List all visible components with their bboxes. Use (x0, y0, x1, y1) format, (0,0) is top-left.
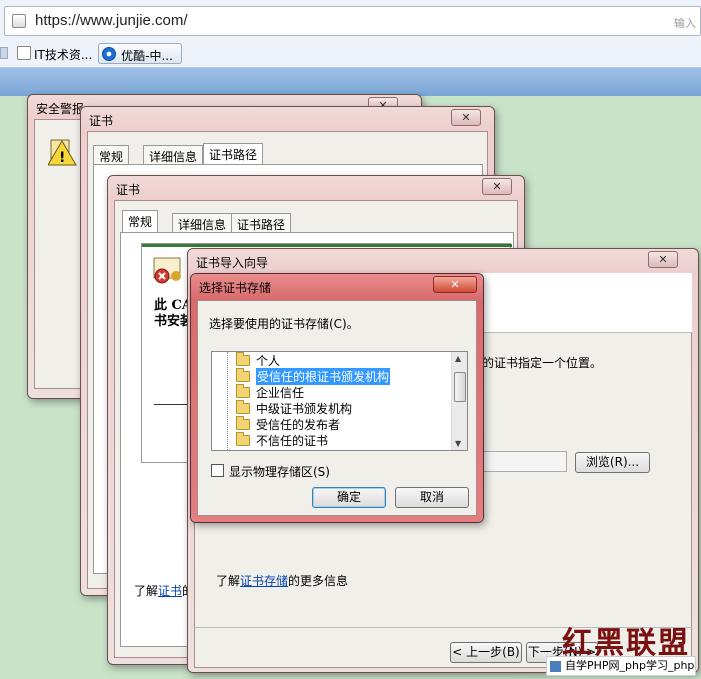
folder-icon (236, 400, 250, 414)
tree-item[interactable]: 个人 (236, 352, 280, 368)
dialog-title: 选择证书存储 (199, 281, 272, 295)
tree-item[interactable]: 中级证书颁发机构 (236, 400, 352, 416)
store-prompt: 选择要使用的证书存储(C)。 (209, 317, 359, 331)
browser-notification-bar (0, 68, 701, 96)
address-url[interactable]: https://www.junjie.com/ (35, 12, 188, 29)
certificate-error-icon (152, 256, 184, 286)
close-button[interactable]: ✕ (433, 276, 477, 293)
tree-item-selected[interactable]: 受信任的根证书颁发机构 (236, 368, 391, 385)
dialog-title: 证书 (116, 183, 141, 197)
folder-icon (236, 416, 250, 430)
store-tree[interactable]: 个人 受信任的根证书颁发机构 企业信任 中级证书颁发机构 受信任的发布者 不信任… (211, 351, 468, 451)
favorites-bar: IT技术资... 优酷-中... (0, 40, 701, 67)
tree-item[interactable]: 不信任的证书 (236, 432, 328, 448)
tree-item[interactable]: 受信任的发布者 (236, 416, 340, 432)
learn-more-text: 了解证书的 (134, 584, 194, 598)
close-button[interactable]: ✕ (451, 109, 481, 126)
show-physical-checkbox[interactable] (211, 464, 224, 477)
tab-general[interactable]: 常规 (122, 210, 159, 232)
folder-icon (236, 384, 250, 398)
tree-item[interactable]: 企业信任 (236, 384, 304, 400)
folder-icon (236, 352, 250, 366)
scroll-up-icon[interactable]: ▲ (455, 354, 461, 363)
page-icon (12, 14, 26, 28)
certificate-link[interactable]: 证书 (158, 584, 182, 598)
folder-icon (236, 368, 250, 382)
favorite-link[interactable]: 优酷-中... (98, 43, 182, 64)
address-bar[interactable]: https://www.junjie.com/ 输入 (4, 6, 701, 36)
store-path-field[interactable] (482, 451, 567, 472)
close-button[interactable]: ✕ (482, 178, 512, 195)
warning-icon: ! (47, 135, 78, 167)
dialog-title: 安全警报 (36, 102, 85, 116)
search-hint: 输入 (674, 17, 696, 30)
wizard-description: 的证书指定一个位置。 (482, 356, 603, 370)
folder-icon (236, 432, 250, 446)
play-icon (102, 47, 116, 61)
show-physical-label: 显示物理存储区(S) (229, 465, 330, 479)
site-icon (550, 661, 561, 672)
favorite-label: 优酷-中... (121, 49, 173, 63)
tab-cert-path[interactable]: 证书路径 (203, 143, 264, 165)
tab-details[interactable]: 详细信息 (172, 213, 233, 233)
tree-scrollbar[interactable]: ▲ ▼ (451, 352, 467, 450)
close-button[interactable]: ✕ (648, 251, 678, 268)
tab-details[interactable]: 详细信息 (143, 145, 204, 165)
svg-text:!: ! (59, 150, 65, 166)
cert-store-link[interactable]: 证书存储 (240, 574, 288, 588)
back-button[interactable]: < 上一步(B) (450, 642, 522, 663)
favorite-link[interactable]: IT技术资... (14, 43, 98, 64)
favorite-label: IT技术资... (34, 48, 93, 62)
ok-button[interactable]: 确定 (312, 487, 386, 508)
browse-button[interactable]: 浏览(R)... (575, 452, 650, 473)
scroll-thumb[interactable] (454, 372, 466, 402)
scroll-down-icon[interactable]: ▼ (455, 439, 461, 448)
dialog-title: 证书导入向导 (196, 256, 269, 270)
select-store-dialog: 选择证书存储 ✕ 选择要使用的证书存储(C)。 个人 受信任的根证书颁发机构 企… (190, 273, 484, 523)
learn-more-text: 了解证书存储的更多信息 (216, 574, 349, 588)
page-icon (17, 46, 31, 60)
watermark-banner: 自学PHP网_php学习_php教 (546, 656, 696, 676)
cancel-button[interactable]: 取消 (395, 487, 469, 508)
tab-general[interactable]: 常规 (93, 145, 130, 165)
favorites-icon[interactable] (0, 47, 8, 59)
dialog-title: 证书 (89, 114, 114, 128)
tab-cert-path[interactable]: 证书路径 (231, 213, 292, 233)
